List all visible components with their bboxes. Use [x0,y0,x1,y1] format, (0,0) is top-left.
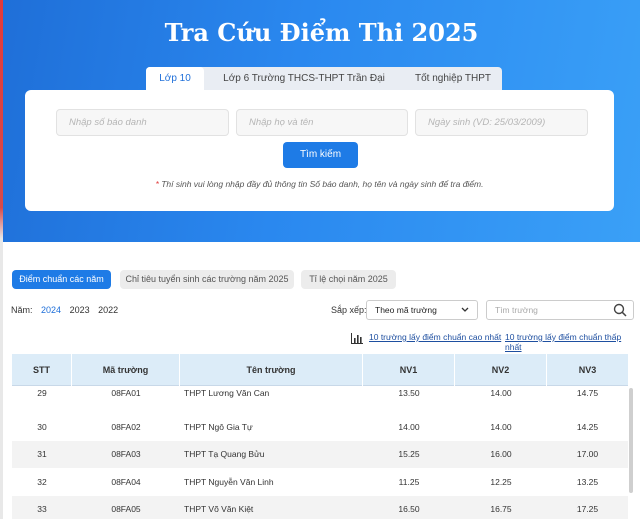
col-stt[interactable]: STT [12,354,72,386]
sort-label: Sắp xếp: [331,305,367,315]
cell-ma-truong: 08FA02 [111,422,141,433]
search-note-text: Thí sinh vui lòng nhập đầy đủ thông tin … [161,179,484,189]
cell-nv3: 17.25 [576,504,599,515]
col-nv1[interactable]: NV1 [363,354,455,386]
search-card: Nhập số báo danh Nhập họ và tên Ngày sin… [25,90,614,211]
tab-diem-chuan-cac-nam[interactable]: Điểm chuẩn các năm [12,270,111,289]
cell-ma-truong: 08FA03 [111,449,141,460]
cell-ten-truong: THPT Nguyễn Văn Linh [184,476,274,487]
dob-input[interactable]: Ngày sinh (VD: 25/03/2009) [415,109,588,136]
cell-nv3: 17.00 [576,449,599,460]
top-10-highest-link[interactable]: 10 trường lấy điểm chuẩn cao nhất [369,332,501,342]
sort-select[interactable]: Theo mã trường [366,300,478,320]
cell-ten-truong: THPT Ngô Gia Tự [184,422,253,433]
col-ten-truong[interactable]: Tên trường [180,354,363,386]
cell-nv3: 14.75 [576,388,599,398]
table-row: 33 08FA05 THPT Võ Văn Kiệt 16.50 16.75 1… [12,495,628,519]
cell-ten-truong: THPT Lương Văn Can [184,388,270,398]
year-label: Năm: [11,305,33,315]
page-title: Tra Cứu Điểm Thi 2025 [164,18,479,47]
tab-lop-10[interactable]: Lớp 10 [146,67,204,91]
cell-stt: 33 [37,504,47,515]
col-ma-truong[interactable]: Mã trường [72,354,180,386]
search-button[interactable]: Tìm kiếm [283,142,358,168]
cell-nv2: 14.00 [490,422,512,433]
tab-lop-6-tran-dai-nghia[interactable]: Lớp 6 Trường THCS-THPT Trần Đại Nghĩa [204,67,404,108]
cell-ten-truong: THPT Võ Văn Kiệt [184,504,254,515]
chevron-down-icon [461,301,469,326]
cell-stt: 31 [37,449,47,460]
cell-ma-truong: 08FA05 [111,504,141,515]
top-10-lowest-link[interactable]: 10 trường lấy điểm chuẩn thấp nhất [505,332,640,352]
cell-nv2: 12.25 [490,476,512,487]
cell-nv1: 14.00 [398,422,420,433]
table-row: 31 08FA03 THPT Tạ Quang Bửu 15.25 16.00 … [12,440,628,469]
sort-value: Theo mã trường [375,305,437,315]
required-star: * [155,179,159,189]
year-selector: Năm: 2024 2023 2022 [11,305,124,315]
cell-ten-truong: THPT Tạ Quang Bửu [184,449,265,460]
table-header: STT Mã trường Tên trường NV1 NV2 NV3 [12,354,628,386]
col-nv3[interactable]: NV3 [547,354,628,386]
year-2022[interactable]: 2022 [98,305,118,315]
cell-stt: 32 [37,476,47,487]
name-input[interactable]: Nhập họ và tên [236,109,408,136]
cell-ma-truong: 08FA04 [111,476,141,487]
cell-stt: 29 [37,388,47,398]
table-body: 29 08FA01 THPT Lương Văn Can 13.50 14.00… [12,386,628,519]
cell-ma-truong: 08FA01 [111,388,141,398]
tab-ti-le-choi[interactable]: Tỉ lệ chọi năm 2025 [301,270,396,289]
table-scrollbar[interactable] [629,388,633,493]
exam-type-tabs: Lớp 10 Lớp 6 Trường THCS-THPT Trần Đại N… [146,67,502,108]
tab-chi-tieu-tuyen-sinh[interactable]: Chỉ tiêu tuyển sinh các trường năm 2025 [120,270,294,289]
cell-nv1: 11.25 [398,476,420,487]
table-row: 32 08FA04 THPT Nguyễn Văn Linh 11.25 12.… [12,468,628,495]
cell-nv2: 16.75 [490,504,512,515]
year-2023[interactable]: 2023 [70,305,90,315]
col-nv2[interactable]: NV2 [455,354,547,386]
bar-chart-icon [351,331,363,349]
year-2024[interactable]: 2024 [41,305,61,315]
cell-nv3: 13.25 [576,476,599,487]
search-note: * Thí sinh vui lòng nhập đầy đủ thông ti… [25,179,614,189]
table-row: 30 08FA02 THPT Ngô Gia Tự 14.00 14.00 14… [12,413,628,440]
school-search-input[interactable]: Tìm trường [486,300,634,320]
cell-nv1: 15.25 [398,449,420,460]
cell-nv2: 14.00 [490,388,512,398]
search-icon[interactable] [613,303,627,323]
school-search-placeholder: Tìm trường [495,305,538,315]
cell-nv2: 16.00 [490,449,512,460]
cell-nv1: 13.50 [398,388,420,398]
table-row: 29 08FA01 THPT Lương Văn Can 13.50 14.00… [12,386,628,413]
cell-stt: 30 [37,422,47,433]
cell-nv3: 14.25 [576,422,599,433]
cell-nv1: 16.50 [398,504,420,515]
sbd-input[interactable]: Nhập số báo danh [56,109,229,136]
tab-tot-nghiep-thpt[interactable]: Tốt nghiệp THPT [404,67,502,91]
